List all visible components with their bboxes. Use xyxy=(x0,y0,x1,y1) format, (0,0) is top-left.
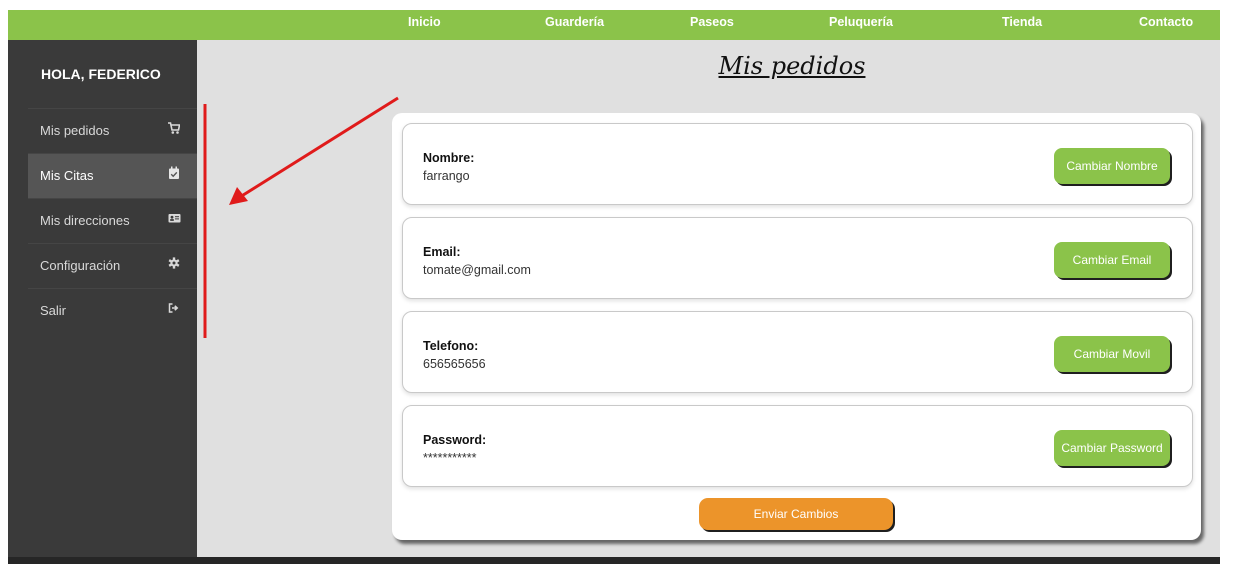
sidebar-item-label: Mis direcciones xyxy=(40,213,130,228)
sidebar-item-salir[interactable]: Salir xyxy=(28,288,197,333)
field-label: Email: xyxy=(423,245,461,259)
field-row-nombre: Nombre: farrango Cambiar Nombre xyxy=(402,123,1193,205)
field-value: farrango xyxy=(423,169,470,183)
change-phone-button[interactable]: Cambiar Movil xyxy=(1054,336,1170,372)
sidebar-menu: Mis pedidos Mis Citas Mis direcciones Co… xyxy=(28,108,197,333)
main-content: Mis pedidos Nombre: farrango Cambiar Nom… xyxy=(197,40,1220,557)
sign-out-icon xyxy=(168,301,180,315)
sidebar-item-label: Mis Citas xyxy=(40,168,94,183)
user-greeting: HOLA, FEDERICO xyxy=(41,66,161,82)
change-email-button[interactable]: Cambiar Email xyxy=(1054,242,1170,278)
field-label: Telefono: xyxy=(423,339,479,353)
cart-icon xyxy=(168,121,181,135)
field-row-telefono: Telefono: 656565656 Cambiar Movil xyxy=(402,311,1193,393)
nav-item-tienda[interactable]: Tienda xyxy=(1002,15,1042,29)
sidebar-item-mis-citas[interactable]: Mis Citas xyxy=(28,153,197,198)
field-label: Password: xyxy=(423,433,487,447)
profile-card: Nombre: farrango Cambiar Nombre Email: t… xyxy=(392,113,1201,540)
sidebar-item-configuracion[interactable]: Configuración xyxy=(28,243,197,288)
gear-icon xyxy=(168,256,180,270)
change-name-button[interactable]: Cambiar Nombre xyxy=(1054,148,1170,184)
footer-bar xyxy=(8,557,1220,564)
nav-item-contacto[interactable]: Contacto xyxy=(1139,15,1193,29)
sidebar-item-label: Configuración xyxy=(40,258,121,273)
field-value: tomate@gmail.com xyxy=(423,263,531,277)
sidebar: HOLA, FEDERICO Mis pedidos Mis Citas Mis… xyxy=(8,40,197,557)
sidebar-item-mis-pedidos[interactable]: Mis pedidos xyxy=(28,108,197,153)
nav-item-inicio[interactable]: Inicio xyxy=(408,15,441,29)
field-row-email: Email: tomate@gmail.com Cambiar Email xyxy=(402,217,1193,299)
field-label: Nombre: xyxy=(423,151,475,165)
sidebar-item-label: Mis pedidos xyxy=(40,123,110,138)
nav-item-peluqueria[interactable]: Peluquería xyxy=(829,15,893,29)
top-navbar: Inicio Guardería Paseos Peluquería Tiend… xyxy=(8,10,1220,40)
calendar-check-icon xyxy=(168,166,180,180)
nav-item-guarderia[interactable]: Guardería xyxy=(545,15,604,29)
field-row-password: Password: *********** Cambiar Password xyxy=(402,405,1193,487)
field-value: 656565656 xyxy=(423,357,486,371)
page-title: Mis pedidos xyxy=(718,52,866,80)
field-value: *********** xyxy=(423,451,477,465)
change-password-button[interactable]: Cambiar Password xyxy=(1054,430,1170,466)
submit-changes-button[interactable]: Enviar Cambios xyxy=(699,498,893,530)
address-card-icon xyxy=(168,211,181,225)
sidebar-item-label: Salir xyxy=(40,303,67,318)
sidebar-item-mis-direcciones[interactable]: Mis direcciones xyxy=(28,198,197,243)
nav-item-paseos[interactable]: Paseos xyxy=(690,15,734,29)
